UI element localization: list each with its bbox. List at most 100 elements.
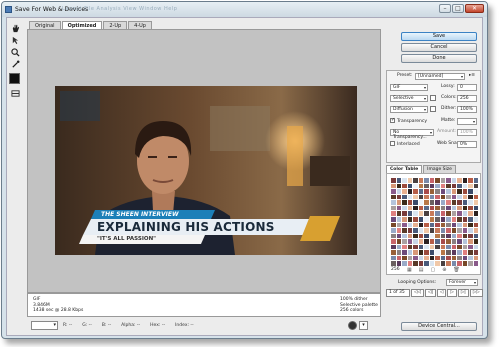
color-swatch[interactable]: [407, 205, 412, 211]
color-swatch[interactable]: [396, 189, 401, 194]
color-swatch[interactable]: [435, 261, 440, 266]
color-swatch[interactable]: [424, 216, 429, 222]
slice-select-tool-icon[interactable]: [9, 35, 21, 45]
color-swatch[interactable]: [418, 261, 423, 266]
transparency-checkbox[interactable]: Transparency: [390, 117, 427, 125]
color-swatch[interactable]: [462, 205, 467, 211]
dither-field[interactable]: 100%: [457, 106, 477, 113]
color-swatch[interactable]: [468, 178, 473, 183]
color-swatch[interactable]: [440, 211, 445, 216]
format-select[interactable]: GIF ▾: [390, 84, 428, 91]
lock-color-icon[interactable]: ▢: [430, 267, 435, 273]
cancel-button[interactable]: Cancel: [401, 43, 477, 52]
color-swatch[interactable]: [473, 233, 478, 239]
minimize-button[interactable]: –: [439, 4, 451, 13]
color-swatch[interactable]: [435, 189, 440, 194]
color-swatch[interactable]: [407, 222, 412, 228]
color-swatch[interactable]: [451, 200, 456, 205]
eyedropper-color-swatch[interactable]: [9, 73, 20, 84]
color-swatch[interactable]: [407, 261, 412, 266]
hand-tool-icon[interactable]: [9, 23, 21, 33]
color-swatch[interactable]: [396, 178, 401, 183]
color-swatch[interactable]: [402, 205, 407, 211]
color-swatch[interactable]: [396, 233, 401, 239]
color-swatch[interactable]: [418, 233, 423, 239]
next-frame-button[interactable]: ▷|: [457, 289, 469, 297]
color-swatch[interactable]: [473, 216, 478, 222]
add-color-icon[interactable]: ⊕: [442, 267, 446, 273]
last-frame-button[interactable]: ▷▷: [469, 289, 483, 297]
optimize-menu-icon[interactable]: ▸≡: [469, 73, 475, 80]
color-swatch[interactable]: [424, 222, 429, 228]
color-swatch[interactable]: [462, 194, 467, 200]
color-swatch[interactable]: [424, 211, 429, 216]
color-swatch[interactable]: [418, 178, 423, 183]
color-swatch[interactable]: [446, 261, 451, 266]
title-bar[interactable]: Save For Web & Devices Layout File Analy…: [2, 2, 487, 17]
color-swatch[interactable]: [473, 178, 478, 183]
color-swatch[interactable]: [418, 250, 423, 255]
color-swatch[interactable]: [413, 183, 418, 189]
color-swatch[interactable]: [435, 250, 440, 255]
color-swatch[interactable]: [429, 189, 434, 194]
color-swatch[interactable]: [413, 194, 418, 200]
color-swatch[interactable]: [396, 255, 401, 261]
color-swatch[interactable]: [451, 222, 456, 228]
color-swatch[interactable]: [413, 250, 418, 255]
color-swatch[interactable]: [473, 250, 478, 255]
color-swatch[interactable]: [435, 205, 440, 211]
color-swatch[interactable]: [457, 244, 462, 250]
color-swatch[interactable]: [446, 250, 451, 255]
color-swatch[interactable]: [407, 244, 412, 250]
color-swatch[interactable]: [457, 261, 462, 266]
color-swatch[interactable]: [440, 228, 445, 233]
color-swatch[interactable]: [462, 255, 467, 261]
color-swatch[interactable]: [402, 194, 407, 200]
color-swatch[interactable]: [440, 178, 445, 183]
color-swatch[interactable]: [468, 233, 473, 239]
map-color-icon[interactable]: ▦: [407, 267, 412, 273]
color-swatch[interactable]: [473, 228, 478, 233]
color-swatch[interactable]: [446, 194, 451, 200]
color-swatch[interactable]: [424, 244, 429, 250]
color-swatch[interactable]: [446, 200, 451, 205]
color-swatch[interactable]: [435, 183, 440, 189]
color-swatch[interactable]: [468, 244, 473, 250]
interlaced-checkbox[interactable]: Interlaced: [390, 141, 420, 148]
color-swatch[interactable]: [435, 233, 440, 239]
amount-field[interactable]: 100%: [457, 129, 477, 136]
color-swatch[interactable]: [413, 228, 418, 233]
preview-canvas[interactable]: THE SHEEN INTERVIEW EXPLAINING HIS ACTIO…: [27, 29, 381, 293]
color-swatch[interactable]: [424, 228, 429, 233]
preview-in-browser-icon[interactable]: [348, 321, 357, 330]
color-swatch[interactable]: [396, 261, 401, 266]
color-swatch[interactable]: [451, 261, 456, 266]
maximize-button[interactable]: □: [452, 4, 464, 13]
color-swatch[interactable]: [424, 183, 429, 189]
color-swatch[interactable]: [391, 228, 396, 233]
color-swatch[interactable]: [473, 255, 478, 261]
color-reduction-select[interactable]: Selective ▾: [390, 95, 428, 102]
color-swatch[interactable]: [429, 178, 434, 183]
transparency-dither-select[interactable]: No Transparency... ▾: [390, 129, 434, 140]
color-swatch[interactable]: [402, 233, 407, 239]
color-swatch[interactable]: [473, 222, 478, 228]
color-swatch[interactable]: [440, 244, 445, 250]
color-swatch[interactable]: [457, 216, 462, 222]
color-swatch[interactable]: [457, 178, 462, 183]
color-swatch[interactable]: [429, 222, 434, 228]
color-swatch[interactable]: [429, 244, 434, 250]
color-swatch[interactable]: [429, 255, 434, 261]
color-swatch[interactable]: [391, 222, 396, 228]
color-swatch[interactable]: [468, 200, 473, 205]
color-swatch[interactable]: [407, 178, 412, 183]
color-swatch[interactable]: [451, 233, 456, 239]
color-swatch[interactable]: [424, 239, 429, 244]
first-frame-button[interactable]: ◁◁: [411, 289, 424, 297]
color-swatch[interactable]: [402, 228, 407, 233]
color-swatch[interactable]: [396, 216, 401, 222]
color-swatch[interactable]: [413, 216, 418, 222]
color-swatch[interactable]: [429, 250, 434, 255]
color-swatch[interactable]: [468, 250, 473, 255]
matte-select[interactable]: ▾: [457, 118, 477, 125]
